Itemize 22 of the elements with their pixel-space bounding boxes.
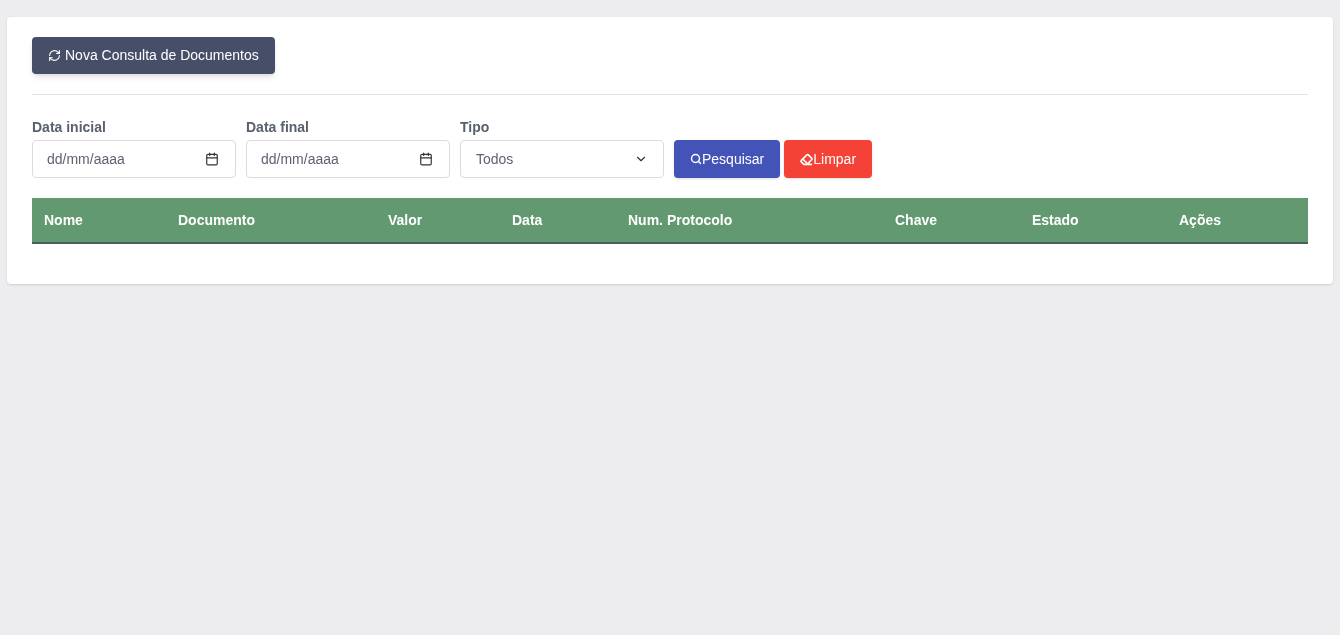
column-header: Nome xyxy=(43,210,84,230)
calendar-icon[interactable] xyxy=(205,152,219,166)
clear-button[interactable]: Limpar xyxy=(784,140,873,178)
column-header: Ações xyxy=(1178,210,1223,230)
column-header: Chave xyxy=(894,210,939,230)
date-field[interactable]: dd/mm/aaaa xyxy=(246,140,450,178)
field-label: Data final xyxy=(246,118,310,137)
column-header: Num. Protocolo xyxy=(627,210,734,230)
search-icon xyxy=(690,153,702,165)
type-select[interactable]: Todos xyxy=(460,140,664,178)
field-label: Data inicial xyxy=(32,118,107,137)
new-query-button[interactable]: Nova Consulta de Documentos xyxy=(32,37,275,74)
eraser-icon xyxy=(800,152,814,166)
column-header: Valor xyxy=(387,210,424,230)
column-header: Documento xyxy=(177,210,256,230)
column-header: Estado xyxy=(1031,210,1080,230)
refresh-icon xyxy=(48,49,61,62)
calendar-icon[interactable] xyxy=(419,152,433,166)
date-field[interactable]: dd/mm/aaaa xyxy=(32,140,236,178)
column-header: Data xyxy=(511,210,544,230)
field-label: Tipo xyxy=(460,118,491,137)
search-button[interactable]: Pesquisar xyxy=(674,140,781,178)
